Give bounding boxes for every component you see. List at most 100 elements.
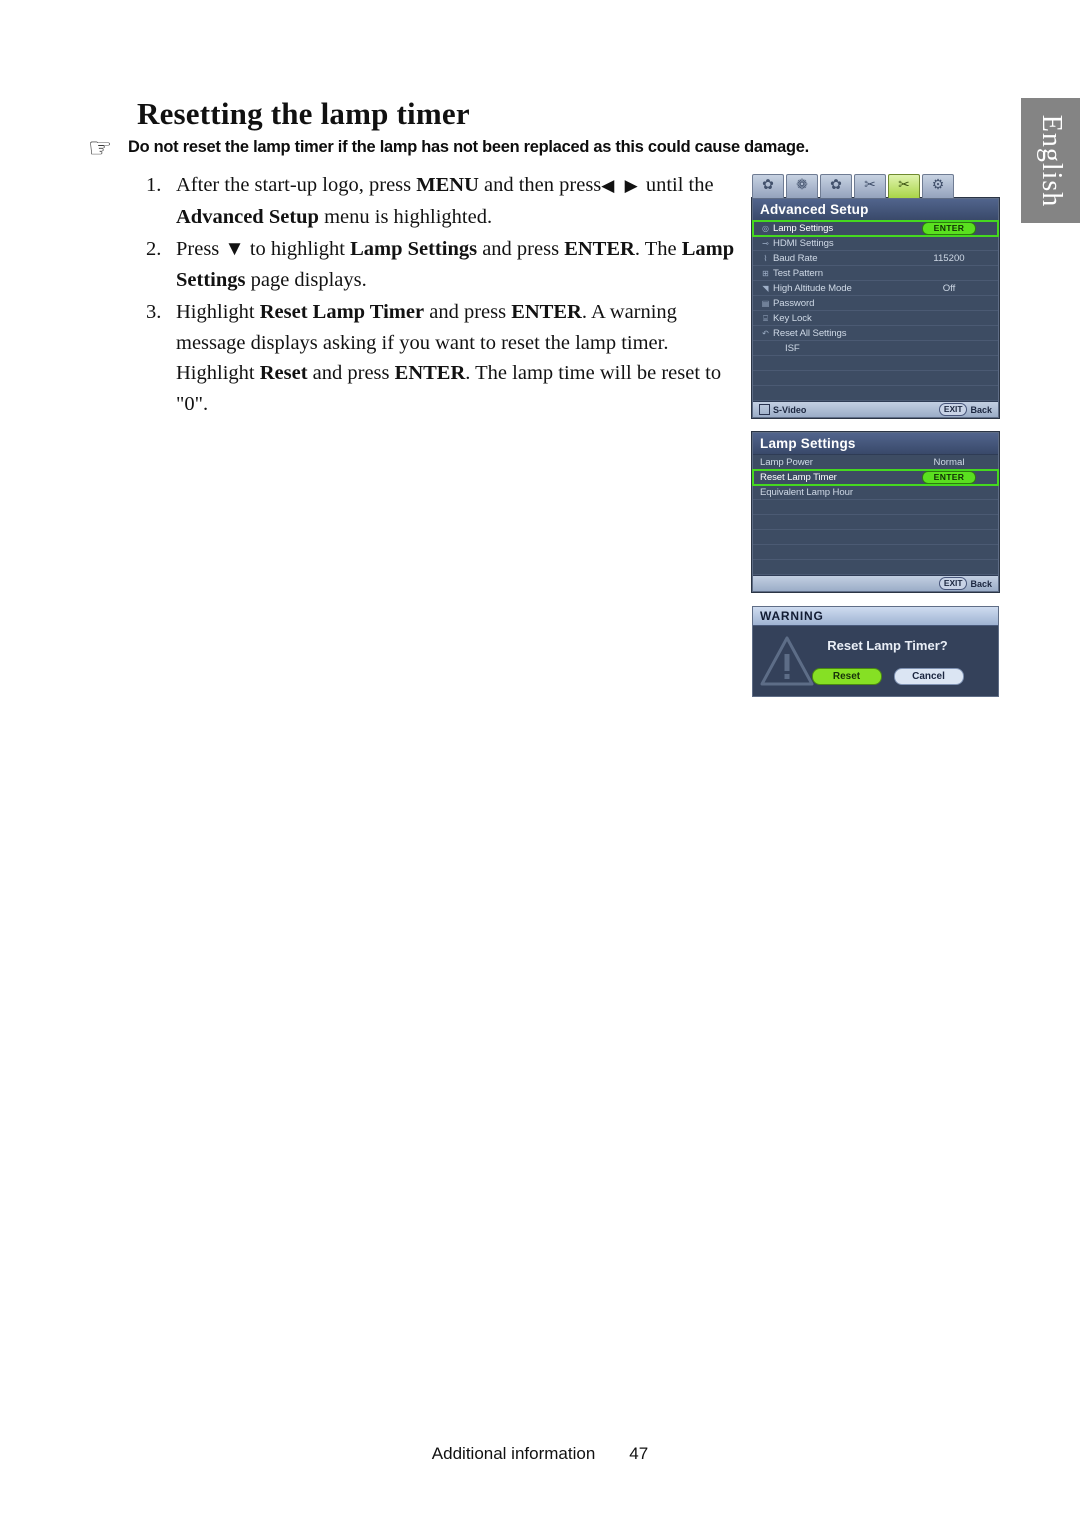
baud-icon: ⌇ [763, 253, 768, 263]
emphasis-text: MENU [416, 174, 479, 196]
body-text: ◀ ▶ [601, 176, 641, 195]
emphasis-text: ENTER [511, 301, 582, 323]
lamp-settings-panel: Lamp Settings Lamp Power Normal Reset Lamp… [752, 432, 999, 592]
osd-tab-system-setup-basic[interactable]: ✂ [854, 174, 886, 198]
body-text: and press [307, 362, 395, 384]
osd-menu-row-empty [753, 371, 998, 386]
osd-menu-row[interactable]: ▤ Password [753, 296, 998, 311]
osd-menu-row-empty [753, 560, 998, 575]
advanced-setup-icon: ✂ [898, 178, 910, 193]
source-label: S-Video [773, 404, 807, 415]
emphasis-text: Advanced Setup [176, 205, 319, 228]
osd-row-label: Equivalent Lamp Hour [760, 486, 853, 498]
step-item: 1. After the start-up logo, press MENU a… [146, 170, 746, 232]
osd-menu-row-empty [753, 386, 998, 401]
osd-menu-row-empty [753, 545, 998, 560]
emphasis-text: ENTER [394, 362, 466, 384]
step-number: 2. [146, 238, 162, 260]
osd-row-value: ENTER [906, 470, 992, 484]
body-text: and press [424, 301, 512, 323]
osd-menu-row[interactable]: ⊞ Test Pattern [753, 266, 998, 281]
exit-hint: EXIT Back [938, 577, 992, 590]
instruction-steps: 1. After the start-up logo, press MENU a… [146, 170, 746, 421]
lamp-settings-footer: EXIT Back [753, 575, 998, 591]
osd-row-label: Test Pattern [773, 267, 823, 279]
caution-note-text: Do not reset the lamp timer if the lamp … [128, 138, 809, 156]
osd-menu-row[interactable]: ◎ Lamp Settings ENTER [752, 220, 999, 237]
osd-row-label: Password [773, 297, 815, 309]
osd-row-label: Key Lock [773, 312, 812, 324]
language-label: English [1035, 114, 1067, 207]
exit-key-pill: EXIT [938, 577, 968, 590]
lock-icon: ▤ [761, 298, 770, 308]
picture-basic-icon: ✿ [762, 178, 774, 193]
hdmi-icon: ⊸ [762, 238, 769, 248]
step-text: Press ▼ to highlight Lamp Settings and p… [176, 234, 746, 295]
body-text: After the start-up logo, press [176, 174, 417, 196]
advanced-setup-panel: Advanced Setup ◎ Lamp Settings ENTER ⊸ HDMI … [752, 198, 999, 418]
osd-row-label: HDMI Settings [773, 237, 834, 249]
osd-row-value: Off [942, 282, 956, 294]
osd-screenshot-column: ✿ ❁ ✿ ✂ ✂ ⚙ Advanced Setup ◎ Lamp Setting… [752, 173, 999, 697]
osd-tab-picture-basic[interactable]: ✿ [752, 174, 784, 198]
enter-badge[interactable]: ENTER [922, 221, 976, 235]
osd-menu-row[interactable]: Equivalent Lamp Hour [753, 485, 998, 500]
osd-tab-information[interactable]: ⚙ [922, 174, 954, 198]
osd-row-label: Reset Lamp Timer [760, 471, 837, 483]
step-text: Highlight Reset Lamp Timer and press ENT… [176, 297, 746, 419]
enter-badge[interactable]: ENTER [922, 470, 976, 484]
osd-menu-row[interactable]: ↶ Reset All Settings [753, 326, 998, 341]
display-icon: ✿ [830, 178, 842, 193]
osd-row-label: Reset All Settings [773, 327, 847, 339]
altitude-icon: ◥ [762, 283, 769, 293]
emphasis-text: ENTER [564, 238, 635, 260]
keypad-icon: ⌸ [763, 313, 768, 323]
information-icon: ⚙ [931, 178, 945, 193]
reset-button[interactable]: Reset [811, 668, 882, 685]
body-text: and then press [478, 174, 602, 196]
system-setup-icon: ✂ [864, 178, 876, 193]
body-text: until the [640, 174, 714, 196]
step-text: After the start-up logo, press MENU and … [176, 170, 746, 232]
advanced-setup-title: Advanced Setup [753, 199, 998, 221]
osd-menu-row[interactable]: ⊸ HDMI Settings [753, 236, 998, 251]
osd-row-label: Baud Rate [773, 252, 818, 264]
osd-row-value: 115200 [933, 252, 965, 264]
advanced-setup-footer: S-Video EXIT Back [753, 401, 998, 417]
osd-menu-row[interactable]: Reset Lamp Timer ENTER [752, 469, 999, 486]
osd-menu-row[interactable]: ◥ High Altitude Mode Off [753, 281, 998, 296]
osd-menu-row-empty [753, 530, 998, 545]
advanced-setup-rows: ◎ Lamp Settings ENTER ⊸ HDMI Settings ⌇ Baud R… [752, 220, 999, 401]
warning-message: Reset Lamp Timer? [827, 638, 948, 653]
osd-tab-picture-advanced[interactable]: ❁ [786, 174, 818, 198]
osd-menu-row-empty [753, 500, 998, 515]
osd-menu-row[interactable]: ⌸ Key Lock [753, 311, 998, 326]
source-indicator: S-Video [759, 404, 806, 415]
lamp-icon: ◎ [762, 223, 769, 233]
osd-row-label: High Altitude Mode [773, 282, 852, 294]
caution-note: ☞ Do not reset the lamp timer if the lam… [88, 133, 908, 163]
lamp-settings-rows: Lamp Power Normal Reset Lamp Timer ENTER Equ… [752, 455, 999, 575]
osd-tab-advanced-setup[interactable]: ✂ [888, 174, 920, 198]
pointing-hand-icon: ☞ [88, 133, 113, 163]
osd-tab-display[interactable]: ✿ [820, 174, 852, 198]
osd-menu-row[interactable]: Lamp Power Normal [753, 455, 998, 470]
warning-body: Reset Lamp Timer? Reset Cancel [753, 626, 998, 696]
warning-title: WARNING [753, 607, 998, 626]
osd-row-label: ISF [785, 342, 800, 354]
step-number: 1. [146, 174, 162, 196]
body-text: and press [477, 238, 565, 260]
warning-dialog: WARNING Reset Lamp Timer? Reset Cancel [752, 606, 999, 697]
cancel-button[interactable]: Cancel [893, 668, 964, 685]
step-item: 3. Highlight Reset Lamp Timer and press … [146, 297, 746, 419]
page-title: Resetting the lamp timer [137, 96, 470, 131]
osd-menu-row[interactable]: ISF [753, 341, 998, 356]
osd-menu-row[interactable]: ⌇ Baud Rate 115200 [753, 251, 998, 266]
step-number: 3. [146, 301, 162, 323]
grid-icon: ⊞ [762, 268, 769, 278]
language-side-tab: English [1021, 98, 1080, 223]
body-text: Highlight [176, 301, 260, 323]
body-text: page displays. [245, 268, 367, 291]
panel-gap [752, 418, 999, 432]
osd-tab-strip: ✿ ❁ ✿ ✂ ✂ ⚙ [752, 173, 999, 198]
